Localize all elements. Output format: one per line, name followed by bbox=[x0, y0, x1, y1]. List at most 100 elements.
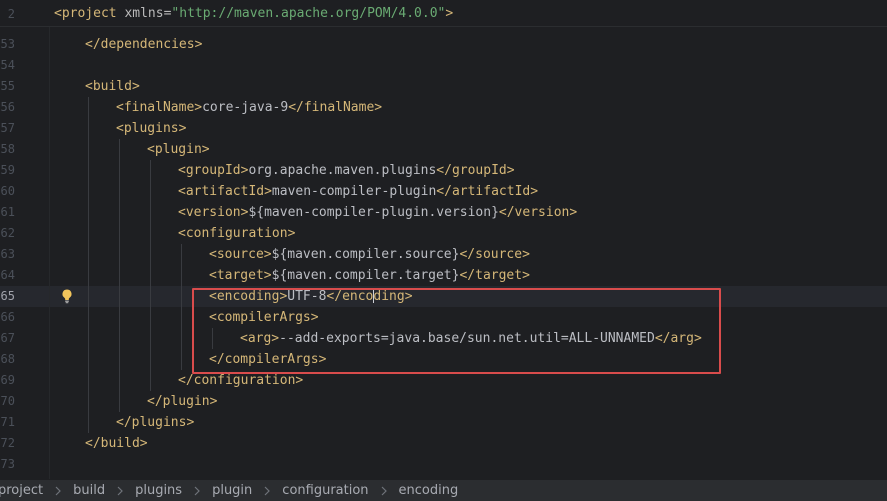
code-line[interactable]: 72 </build> bbox=[0, 433, 887, 454]
code-text: </plugin> bbox=[147, 391, 217, 412]
line-number: 69 bbox=[0, 373, 15, 387]
code-line[interactable]: 53 </dependencies> bbox=[0, 34, 887, 55]
line-number: 66 bbox=[0, 310, 15, 324]
tag-token: <configuration> bbox=[178, 226, 296, 241]
chevron-right-icon bbox=[194, 486, 200, 495]
breadcrumb-item-configuration[interactable]: configuration bbox=[278, 481, 372, 501]
gutter-separator bbox=[49, 0, 50, 479]
tag-token: </plugins> bbox=[116, 415, 195, 430]
tag-token: <plugin> bbox=[147, 142, 210, 157]
code-text: <groupId>org.apache.maven.plugins</group… bbox=[178, 160, 515, 181]
indent-guide bbox=[150, 160, 151, 181]
indent-guide bbox=[88, 286, 89, 307]
breadcrumb-item-build[interactable]: build bbox=[69, 481, 109, 501]
breadcrumb-item-project[interactable]: project bbox=[0, 481, 47, 501]
code-text: </plugins> bbox=[116, 412, 194, 433]
text-token: ${maven.compiler.target} bbox=[271, 268, 460, 283]
breadcrumb-item-plugin[interactable]: plugin bbox=[208, 481, 256, 501]
indent-guide bbox=[150, 202, 151, 223]
sticky-code: <project xmlns="http://maven.apache.org/… bbox=[54, 3, 453, 24]
indent-guide bbox=[119, 244, 120, 265]
code-line[interactable]: 71 </plugins> bbox=[0, 412, 887, 433]
indent-guide bbox=[150, 349, 151, 370]
line-number: 58 bbox=[0, 142, 15, 156]
lightbulb-icon[interactable] bbox=[60, 288, 74, 304]
indent-guide bbox=[119, 160, 120, 181]
tag-token: </dependencies> bbox=[85, 37, 203, 52]
indent-guide bbox=[150, 223, 151, 244]
indent-guide bbox=[88, 181, 89, 202]
chevron-right-icon bbox=[117, 486, 123, 495]
highlight-box bbox=[192, 288, 721, 374]
tag-token: <plugins> bbox=[116, 121, 187, 136]
code-text: <plugins> bbox=[116, 118, 186, 139]
code-line[interactable]: 60 <artifactId>maven-compiler-plugin</art… bbox=[0, 181, 887, 202]
line-number: 64 bbox=[0, 268, 15, 282]
indent-guide bbox=[119, 370, 120, 391]
code-line[interactable]: 55 <build> bbox=[0, 76, 887, 97]
code-line[interactable]: 64 <target>${maven.compiler.target}</targ… bbox=[0, 265, 887, 286]
tag-token: </configuration> bbox=[178, 373, 304, 388]
code-line[interactable]: 63 <source>${maven.compiler.source}</sour… bbox=[0, 244, 887, 265]
tag-token: <version> bbox=[178, 205, 249, 220]
code-line[interactable]: 56 <finalName>core-java-9</finalName> bbox=[0, 97, 887, 118]
chevron-right-icon bbox=[264, 486, 271, 495]
indent-guide bbox=[119, 391, 120, 412]
line-number: 53 bbox=[0, 37, 15, 51]
line-number: 55 bbox=[0, 79, 15, 93]
indent-guide bbox=[119, 328, 120, 349]
code-line[interactable]: 58 <plugin> bbox=[0, 139, 887, 160]
line-number: 72 bbox=[0, 436, 15, 450]
code-line[interactable]: 54 bbox=[0, 55, 887, 76]
line-number: 61 bbox=[0, 205, 15, 219]
code-text: </build> bbox=[85, 433, 148, 454]
tag-token: <target> bbox=[209, 268, 272, 283]
breadcrumb: project build plugins plugin configuration en… bbox=[0, 481, 462, 501]
code-text: <build> bbox=[85, 76, 140, 97]
indent-guide bbox=[150, 286, 151, 307]
sticky-header-line[interactable]: 2 <project xmlns="http://maven.apache.or… bbox=[0, 0, 887, 27]
tag-token: <artifactId> bbox=[178, 184, 272, 199]
line-number: 62 bbox=[0, 226, 15, 240]
breadcrumb-item-plugins[interactable]: plugins bbox=[131, 481, 186, 501]
indent-guide bbox=[88, 244, 89, 265]
indent-guide bbox=[150, 307, 151, 328]
indent-guide bbox=[150, 181, 151, 202]
code-text: <artifactId>maven-compiler-plugin</artif… bbox=[178, 181, 538, 202]
line-number: 59 bbox=[0, 163, 15, 177]
line-number: 68 bbox=[0, 352, 15, 366]
indent-guide bbox=[119, 286, 120, 307]
indent-guide bbox=[88, 223, 89, 244]
code-line[interactable]: 59 <groupId>org.apache.maven.plugins</gro… bbox=[0, 160, 887, 181]
indent-guide bbox=[181, 328, 182, 349]
chevron-right-icon bbox=[55, 486, 61, 495]
indent-guide bbox=[88, 391, 89, 412]
indent-guide bbox=[150, 328, 151, 349]
code-line[interactable]: 57 <plugins> bbox=[0, 118, 887, 139]
tag-token: <source> bbox=[209, 247, 272, 262]
indent-guide bbox=[181, 286, 182, 307]
tag-token: </source> bbox=[459, 247, 530, 262]
code-text: <configuration> bbox=[178, 223, 295, 244]
indent-guide bbox=[88, 370, 89, 391]
indent-guide bbox=[88, 160, 89, 181]
text-token: ${maven-compiler-plugin.version} bbox=[248, 205, 499, 220]
code-line[interactable]: 62 <configuration> bbox=[0, 223, 887, 244]
code-line[interactable]: 70 </plugin> bbox=[0, 391, 887, 412]
code-text: <finalName>core-java-9</finalName> bbox=[116, 97, 382, 118]
code-text: </dependencies> bbox=[85, 34, 202, 55]
code-line[interactable]: 61 <version>${maven-compiler-plugin.versi… bbox=[0, 202, 887, 223]
text-token: core-java-9 bbox=[202, 100, 289, 115]
indent-guide bbox=[150, 370, 151, 391]
indent-guide bbox=[181, 349, 182, 370]
tag-token: </build> bbox=[85, 436, 148, 451]
tag-token: <groupId> bbox=[178, 163, 249, 178]
breadcrumb-item-encoding[interactable]: encoding bbox=[395, 481, 463, 501]
line-number: 60 bbox=[0, 184, 15, 198]
indent-guide bbox=[181, 244, 182, 265]
code-line[interactable]: 73 bbox=[0, 454, 887, 475]
line-number: 70 bbox=[0, 394, 15, 408]
code-editor[interactable]: 2 <project xmlns="http://maven.apache.or… bbox=[0, 0, 887, 479]
tag-token: </groupId> bbox=[436, 163, 515, 178]
indent-guide bbox=[119, 307, 120, 328]
